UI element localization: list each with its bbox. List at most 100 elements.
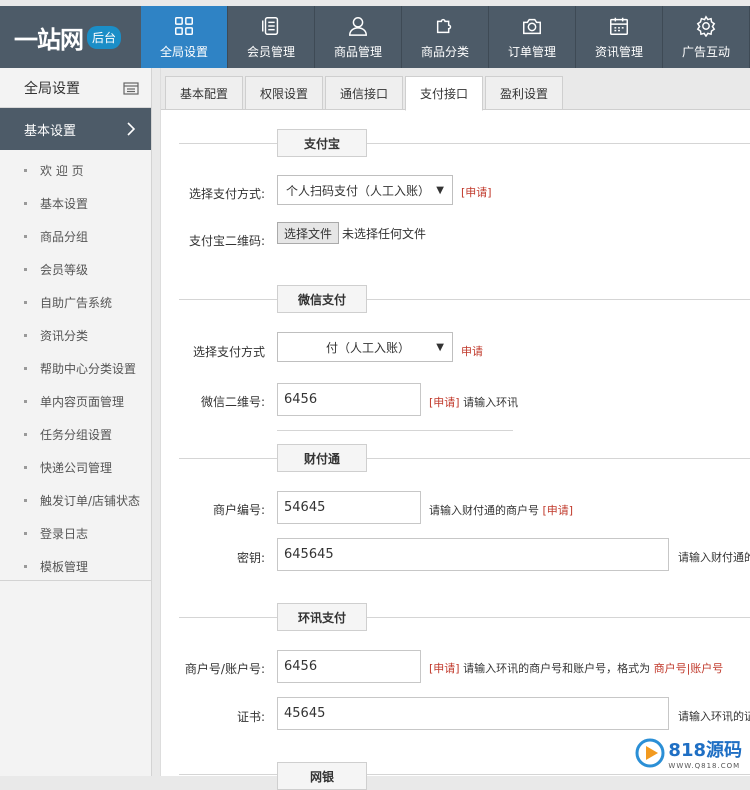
top-bar: 一站网 后台 全局设置 会员管理 商品管理 商品分类 订单管理 资讯管理 bbox=[0, 6, 750, 68]
sidebar-item[interactable]: 模板管理 bbox=[0, 550, 151, 583]
main-nav: 全局设置 会员管理 商品管理 商品分类 订单管理 资讯管理 广告互动 bbox=[141, 6, 750, 68]
sidebar-header: 全局设置 bbox=[0, 68, 151, 108]
nav-item-global-settings[interactable]: 全局设置 bbox=[141, 6, 228, 68]
puzzle-icon bbox=[434, 15, 456, 37]
gear-icon bbox=[695, 15, 717, 37]
sidebar-item[interactable]: 帮助中心分类设置 bbox=[0, 352, 151, 385]
watermark-url: WWW.Q818.COM bbox=[668, 762, 742, 770]
dropdown-arrow-icon: ▼ bbox=[436, 185, 444, 196]
nav-item-orders[interactable]: 订单管理 bbox=[489, 6, 576, 68]
wechat-qr-label: 微信二维号: bbox=[161, 393, 265, 410]
sidebar-title: 全局设置 bbox=[24, 78, 80, 98]
section-title-ips: 环讯支付 bbox=[277, 603, 367, 631]
ips-merchant-label: 商户号/账户号: bbox=[161, 660, 265, 677]
wechat-qr-hint: [申请] 请输入环讯 bbox=[429, 394, 518, 410]
tenpay-key-input[interactable]: 645645 bbox=[277, 538, 669, 571]
wechat-method-select[interactable]: 付（人工入账）▼ bbox=[277, 332, 453, 362]
ips-cert-input[interactable]: 45645 bbox=[277, 697, 669, 730]
bullet-icon bbox=[24, 268, 27, 271]
ips-merchant-hint: [申请] 请输入环讯的商户号和账户号，格式为 商户号|账户号 bbox=[429, 660, 723, 676]
nav-label: 全局设置 bbox=[160, 43, 208, 60]
sidebar-group-label: 基本设置 bbox=[24, 120, 76, 139]
ips-cert-hint: 请输入环讯的证 bbox=[678, 708, 750, 724]
nav-label: 广告互动 bbox=[682, 43, 730, 60]
section-divider bbox=[179, 299, 750, 300]
sidebar-item[interactable]: 商品分组 bbox=[0, 220, 151, 253]
tab-bar: 基本配置 权限设置 通信接口 支付接口 盈利设置 bbox=[161, 68, 750, 110]
section-divider bbox=[179, 458, 750, 459]
sidebar-item[interactable]: 资讯分类 bbox=[0, 319, 151, 352]
sidebar: 全局设置 基本设置 欢 迎 页 基本设置 商品分组 会员等级 自助广告系统 资讯… bbox=[0, 68, 152, 776]
section-divider bbox=[179, 774, 750, 775]
section-title-alipay: 支付宝 bbox=[277, 129, 367, 157]
ips-cert-label: 证书: bbox=[161, 708, 265, 725]
sidebar-group-basic-settings[interactable]: 基本设置 bbox=[0, 108, 151, 150]
user-icon bbox=[347, 15, 369, 37]
tenpay-key-hint: 请输入财付通的 bbox=[678, 549, 750, 565]
nav-label: 商品管理 bbox=[334, 43, 382, 60]
divider bbox=[277, 430, 513, 431]
sidebar-item[interactable]: 自助广告系统 bbox=[0, 286, 151, 319]
nav-label: 会员管理 bbox=[247, 43, 295, 60]
sidebar-item[interactable]: 单内容页面管理 bbox=[0, 385, 151, 418]
section-title-netbank: 网银 bbox=[277, 762, 367, 790]
bullet-icon bbox=[24, 565, 27, 568]
alipay-apply-link[interactable]: [申请] bbox=[461, 184, 492, 200]
section-title-tenpay: 财付通 bbox=[277, 444, 367, 472]
tab-profit[interactable]: 盈利设置 bbox=[485, 76, 563, 110]
sidebar-item[interactable]: 登录日志 bbox=[0, 517, 151, 550]
sidebar-item[interactable]: 触发订单/店铺状态 bbox=[0, 484, 151, 517]
sidebar-item[interactable]: 欢 迎 页 bbox=[0, 154, 151, 187]
wechat-apply-link[interactable]: 申请 bbox=[461, 343, 483, 359]
nav-item-ads[interactable]: 广告互动 bbox=[663, 6, 750, 68]
dropdown-arrow-icon: ▼ bbox=[436, 342, 444, 353]
play-logo-icon bbox=[635, 738, 665, 768]
wechat-qr-input[interactable]: 6456 bbox=[277, 383, 421, 416]
main-panel: 基本配置 权限设置 通信接口 支付接口 盈利设置 支付宝 选择支付方式: 个人扫… bbox=[160, 68, 750, 776]
bullet-icon bbox=[24, 169, 27, 172]
tenpay-merchant-input[interactable]: 54645 bbox=[277, 491, 421, 524]
bullet-icon bbox=[24, 202, 27, 205]
wechat-method-label: 选择支付方式 bbox=[161, 343, 265, 360]
bullet-icon bbox=[24, 334, 27, 337]
calendar-icon[interactable] bbox=[123, 81, 139, 95]
nav-label: 商品分类 bbox=[421, 43, 469, 60]
watermark-brand: 818源码 bbox=[668, 736, 742, 762]
tab-basic-config[interactable]: 基本配置 bbox=[165, 76, 243, 110]
sidebar-item[interactable]: 基本设置 bbox=[0, 187, 151, 220]
nav-label: 资讯管理 bbox=[595, 43, 643, 60]
sidebar-list: 欢 迎 页 基本设置 商品分组 会员等级 自助广告系统 资讯分类 帮助中心分类设… bbox=[0, 150, 151, 583]
grid-icon bbox=[173, 15, 195, 37]
chevron-right-icon bbox=[126, 122, 135, 136]
watermark: 818源码 WWW.Q818.COM bbox=[635, 736, 742, 770]
tab-permissions[interactable]: 权限设置 bbox=[245, 76, 323, 110]
bullet-icon bbox=[24, 433, 27, 436]
nav-item-members[interactable]: 会员管理 bbox=[228, 6, 315, 68]
alipay-file-button[interactable]: 选择文件 bbox=[277, 222, 339, 244]
tab-communication[interactable]: 通信接口 bbox=[325, 76, 403, 110]
nav-item-news[interactable]: 资讯管理 bbox=[576, 6, 663, 68]
sidebar-item[interactable]: 快递公司管理 bbox=[0, 451, 151, 484]
bullet-icon bbox=[24, 400, 27, 403]
bullet-icon bbox=[24, 367, 27, 370]
bullet-icon bbox=[24, 235, 27, 238]
alipay-method-label: 选择支付方式: bbox=[161, 185, 265, 202]
alipay-method-select[interactable]: 个人扫码支付（人工入账）▼ bbox=[277, 175, 453, 205]
section-divider bbox=[179, 143, 750, 144]
nav-item-products[interactable]: 商品管理 bbox=[315, 6, 402, 68]
ips-merchant-input[interactable]: 6456 bbox=[277, 650, 421, 683]
alipay-qr-label: 支付宝二维码: bbox=[161, 232, 265, 249]
logo[interactable]: 一站网 后台 bbox=[0, 6, 141, 68]
tab-payment[interactable]: 支付接口 bbox=[405, 76, 483, 111]
sidebar-item[interactable]: 会员等级 bbox=[0, 253, 151, 286]
nav-item-categories[interactable]: 商品分类 bbox=[402, 6, 489, 68]
alipay-file-status: 未选择任何文件 bbox=[342, 225, 426, 242]
bullet-icon bbox=[24, 466, 27, 469]
bullet-icon bbox=[24, 301, 27, 304]
tenpay-merchant-label: 商户编号: bbox=[161, 501, 265, 518]
tenpay-merchant-hint: 请输入财付通的商户号 [申请] bbox=[429, 502, 573, 518]
id-card-icon bbox=[260, 15, 282, 37]
sidebar-item[interactable]: 任务分组设置 bbox=[0, 418, 151, 451]
section-title-wechat: 微信支付 bbox=[277, 285, 367, 313]
logo-badge: 后台 bbox=[87, 26, 121, 49]
